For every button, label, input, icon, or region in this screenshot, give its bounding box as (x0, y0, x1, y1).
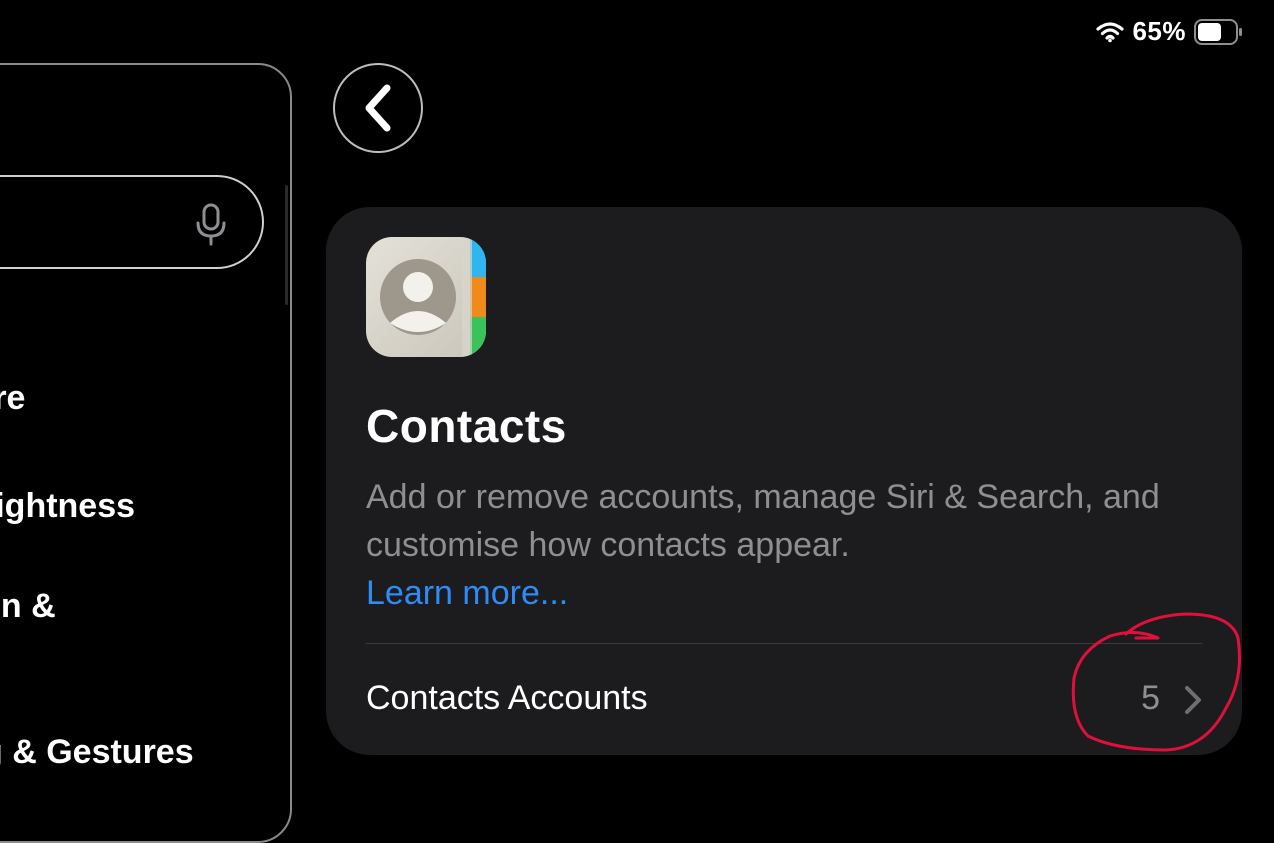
sidebar-item-multitasking-gestures[interactable]: g & Gestures (0, 733, 194, 772)
row-label: Contacts Accounts (366, 679, 648, 717)
sidebar-item-display-brightness[interactable]: rightness (0, 487, 135, 526)
sidebar-item-control-centre[interactable]: tre (0, 379, 25, 418)
description-text: Add or remove accounts, manage Siri & Se… (366, 478, 1160, 564)
back-button[interactable] (333, 63, 423, 153)
battery-percent: 65% (1132, 16, 1186, 46)
divider (366, 643, 1202, 644)
accounts-count: 5 (1141, 679, 1160, 717)
contacts-settings-card: Contacts Add or remove accounts, manage … (326, 207, 1242, 755)
sidebar-scrollbar[interactable] (285, 185, 288, 305)
card-description: Add or remove accounts, manage Siri & Se… (366, 473, 1196, 617)
wifi-icon (1096, 21, 1125, 42)
status-bar: 65% (1096, 16, 1242, 47)
chevron-left-icon (365, 84, 391, 132)
search-field[interactable] (0, 175, 264, 269)
battery-icon (1194, 18, 1242, 45)
page-title: Contacts (366, 400, 567, 452)
learn-more-link[interactable]: Learn more... (366, 574, 568, 612)
contacts-app-icon (366, 237, 486, 357)
sidebar: tre rightness en & g & Gestures (0, 63, 292, 843)
sidebar-item-home-screen[interactable]: en & (0, 587, 56, 626)
chevron-right-icon (1185, 686, 1201, 714)
microphone-icon[interactable] (194, 203, 228, 247)
